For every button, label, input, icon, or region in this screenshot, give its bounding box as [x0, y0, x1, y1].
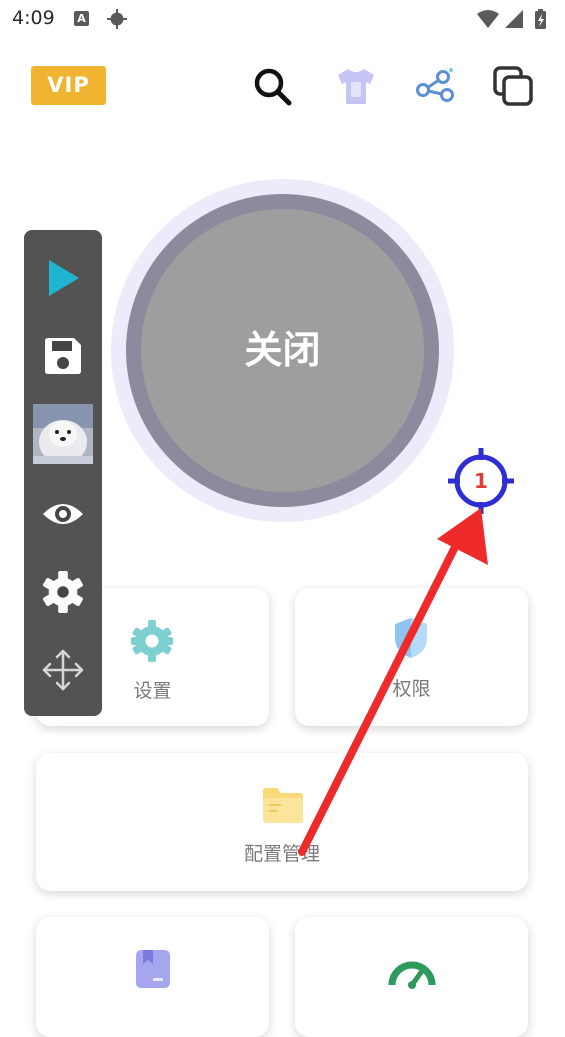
signal-icon — [505, 10, 523, 28]
play-icon — [49, 260, 79, 296]
status-time: 4:09 — [12, 7, 55, 29]
copy-icon[interactable] — [491, 64, 535, 108]
thumbnail-button[interactable] — [24, 404, 102, 464]
status-bar: 4:09 A — [0, 0, 565, 38]
shield-icon — [395, 618, 427, 658]
share-icon[interactable] — [412, 64, 456, 108]
folder-icon — [263, 788, 303, 823]
wifi-icon — [477, 10, 499, 28]
bookmark-card[interactable] — [36, 917, 269, 1037]
bookmark-icon — [136, 950, 170, 988]
view-button[interactable] — [24, 486, 102, 542]
crosshair-number: 1 — [474, 469, 488, 493]
floating-toolbar — [24, 230, 102, 716]
vip-button[interactable]: VIP — [31, 66, 106, 105]
permissions-label: 权限 — [392, 678, 431, 700]
battery-icon — [535, 9, 546, 29]
play-button[interactable] — [24, 250, 102, 306]
search-icon[interactable] — [250, 64, 294, 108]
power-button-label: 关闭 — [244, 328, 321, 372]
tshirt-icon[interactable] — [334, 64, 378, 108]
save-button[interactable] — [24, 328, 102, 384]
gear-icon — [131, 620, 173, 662]
move-icon — [42, 649, 84, 691]
gear-icon — [43, 570, 83, 614]
save-icon — [45, 338, 81, 374]
status-icons — [477, 9, 546, 29]
speed-card[interactable] — [295, 917, 528, 1037]
notification-a-icon: A — [74, 11, 89, 26]
config-management-label: 配置管理 — [243, 843, 320, 865]
eye-icon — [43, 504, 83, 524]
speedometer-icon — [388, 961, 436, 989]
permissions-card[interactable]: 权限 — [295, 588, 528, 726]
dog-thumbnail-image — [33, 404, 93, 464]
config-management-card[interactable]: 配置管理 — [36, 753, 528, 891]
location-target-icon — [107, 9, 127, 29]
toolbar-settings-button[interactable] — [24, 564, 102, 620]
move-handle[interactable] — [24, 642, 102, 698]
